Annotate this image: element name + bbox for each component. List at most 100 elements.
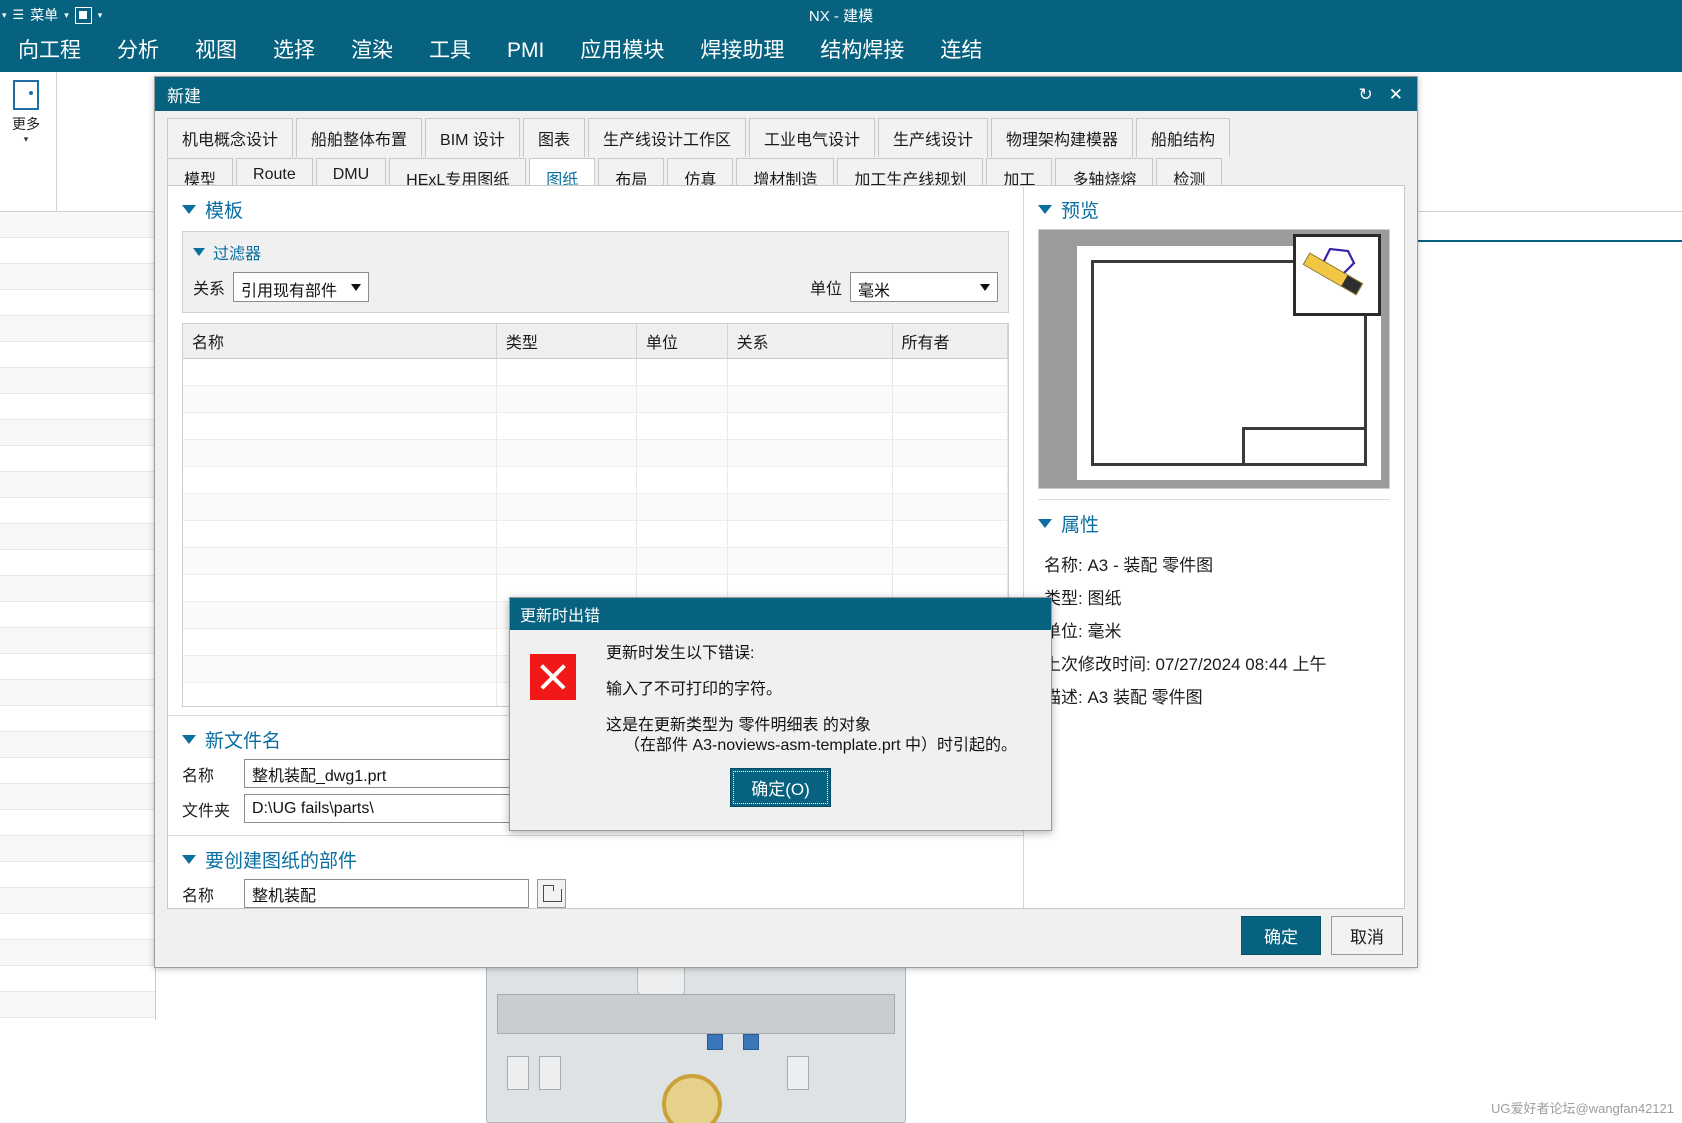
template-section-header[interactable]: 模板 — [168, 186, 1023, 227]
dialog-tab-船舶结构[interactable]: 船舶结构 — [1136, 118, 1231, 157]
dialog-tab-机电概念设计[interactable]: 机电概念设计 — [167, 118, 294, 157]
resource-row[interactable] — [0, 680, 155, 706]
table-cell — [496, 385, 637, 413]
cancel-button[interactable]: 取消 — [1331, 916, 1403, 955]
resource-row[interactable] — [0, 940, 155, 966]
resource-row[interactable] — [0, 966, 155, 992]
ribbon-tab-0[interactable]: 向工程 — [0, 30, 99, 72]
refresh-icon[interactable]: ↻ — [1359, 86, 1373, 103]
table-row[interactable] — [183, 547, 1008, 575]
ribbon-divider — [56, 72, 57, 212]
table-cell — [183, 412, 497, 440]
column-header[interactable]: 关系 — [727, 324, 893, 359]
column-header[interactable]: 类型 — [496, 324, 637, 359]
table-row[interactable] — [183, 358, 1008, 386]
resource-row[interactable] — [0, 290, 155, 316]
table-row[interactable] — [183, 493, 1008, 521]
ribbon-tab-1[interactable]: 分析 — [99, 30, 177, 72]
part-name-input[interactable] — [244, 879, 529, 908]
collapse-triangle-icon[interactable] — [1038, 519, 1052, 528]
resource-row[interactable] — [0, 264, 155, 290]
column-header[interactable]: 名称 — [183, 324, 497, 359]
dialog-tab-图表[interactable]: 图表 — [522, 118, 585, 157]
chevron-down-icon[interactable] — [351, 284, 362, 291]
properties-section-header[interactable]: 属性 — [1024, 500, 1404, 541]
error-ok-button[interactable]: 确定(O) — [730, 768, 831, 807]
ribbon-tab-4[interactable]: 渲染 — [333, 30, 411, 72]
collapse-triangle-icon[interactable] — [182, 855, 196, 864]
column-header[interactable]: 单位 — [636, 324, 728, 359]
collapse-triangle-icon[interactable] — [182, 205, 196, 214]
resource-row[interactable] — [0, 888, 155, 914]
resource-row[interactable] — [0, 862, 155, 888]
preview-section-header[interactable]: 预览 — [1024, 186, 1404, 227]
folder-label: 文件夹 — [182, 802, 231, 820]
resource-row[interactable] — [0, 524, 155, 550]
ribbon-tab-8[interactable]: 焊接助理 — [682, 30, 802, 72]
tab-row-primary[interactable]: 机电概念设计 船舶整体布置 BIM 设计 图表 生产线设计工作区 工业电气设计 生产线设计物… — [167, 117, 1405, 157]
error-line-1: 更新时发生以下错误: — [606, 645, 755, 662]
dialog-tab-生产线设计工作区[interactable]: 生产线设计工作区 — [587, 118, 746, 157]
units-combo[interactable]: 毫米 — [850, 272, 998, 302]
resource-row[interactable] — [0, 212, 155, 238]
table-cell — [183, 466, 497, 494]
ok-button[interactable]: 确定 — [1241, 916, 1321, 955]
ribbon-tab-3[interactable]: 选择 — [255, 30, 333, 72]
resource-row[interactable] — [0, 446, 155, 472]
ribbon-tab-7[interactable]: 应用模块 — [562, 30, 682, 72]
resource-row[interactable] — [0, 732, 155, 758]
resource-row[interactable] — [0, 498, 155, 524]
resource-row[interactable] — [0, 394, 155, 420]
folder-open-icon[interactable] — [537, 879, 566, 908]
column-header[interactable]: 所有者 — [892, 324, 1008, 359]
resource-row[interactable] — [0, 836, 155, 862]
close-icon[interactable]: ✕ — [1389, 86, 1403, 103]
table-cell — [183, 493, 497, 521]
resource-row[interactable] — [0, 914, 155, 940]
resource-row[interactable] — [0, 992, 155, 1018]
resource-row[interactable] — [0, 602, 155, 628]
dialog-tab-工业电气设计[interactable]: 工业电气设计 — [748, 118, 875, 157]
dialog-tab-BIM 设计[interactable]: BIM 设计 — [425, 118, 520, 157]
ribbon-tab-10[interactable]: 连结 — [922, 30, 1000, 72]
resource-row[interactable] — [0, 576, 155, 602]
dialog-tab-物理架构建模器[interactable]: 物理架构建模器 — [991, 118, 1134, 157]
model-part-block — [787, 1056, 809, 1090]
table-row[interactable] — [183, 412, 1008, 440]
ribbon-more-button[interactable]: 更多 ▾ — [0, 74, 52, 174]
dialog-tab-生产线设计[interactable]: 生产线设计 — [877, 118, 988, 157]
collapse-triangle-icon[interactable] — [193, 248, 205, 256]
table-row[interactable] — [183, 520, 1008, 548]
resource-row[interactable] — [0, 654, 155, 680]
ribbon-tab-9[interactable]: 结构焊接 — [802, 30, 922, 72]
ribbon-tab-6[interactable]: PMI — [489, 30, 562, 72]
ribbon-tab-2[interactable]: 视图 — [177, 30, 255, 72]
part-section-header[interactable]: 要创建图纸的部件 — [168, 836, 1023, 877]
resource-row[interactable] — [0, 550, 155, 576]
filter-header[interactable]: 过滤器 — [193, 240, 998, 264]
dialog-tab-船舶整体布置[interactable]: 船舶整体布置 — [296, 118, 423, 157]
resource-row[interactable] — [0, 628, 155, 654]
relation-combo[interactable]: 引用现有部件 — [233, 272, 370, 302]
resource-row[interactable] — [0, 472, 155, 498]
resource-row[interactable] — [0, 368, 155, 394]
resource-row[interactable] — [0, 810, 155, 836]
ribbon-tabbar[interactable]: 向工程 分析 视图 选择 渲染 工具 PMI 应用模块 焊接助理 结构焊接 连结 — [0, 30, 1682, 72]
ribbon-tab-5[interactable]: 工具 — [411, 30, 489, 72]
resource-row[interactable] — [0, 784, 155, 810]
resource-row[interactable] — [0, 758, 155, 784]
resource-row[interactable] — [0, 420, 155, 446]
table-row[interactable] — [183, 385, 1008, 413]
table-row[interactable] — [183, 439, 1008, 467]
resource-row[interactable] — [0, 238, 155, 264]
table-cell — [727, 385, 893, 413]
resource-row[interactable] — [0, 706, 155, 732]
chevron-down-icon[interactable] — [980, 284, 990, 291]
resource-row[interactable] — [0, 316, 155, 342]
collapse-triangle-icon[interactable] — [1038, 205, 1052, 214]
table-row[interactable] — [183, 466, 1008, 494]
units-label: 单位 — [809, 281, 842, 298]
resource-row[interactable] — [0, 342, 155, 368]
chevron-down-icon[interactable]: ▾ — [0, 134, 52, 145]
collapse-triangle-icon[interactable] — [182, 735, 196, 744]
